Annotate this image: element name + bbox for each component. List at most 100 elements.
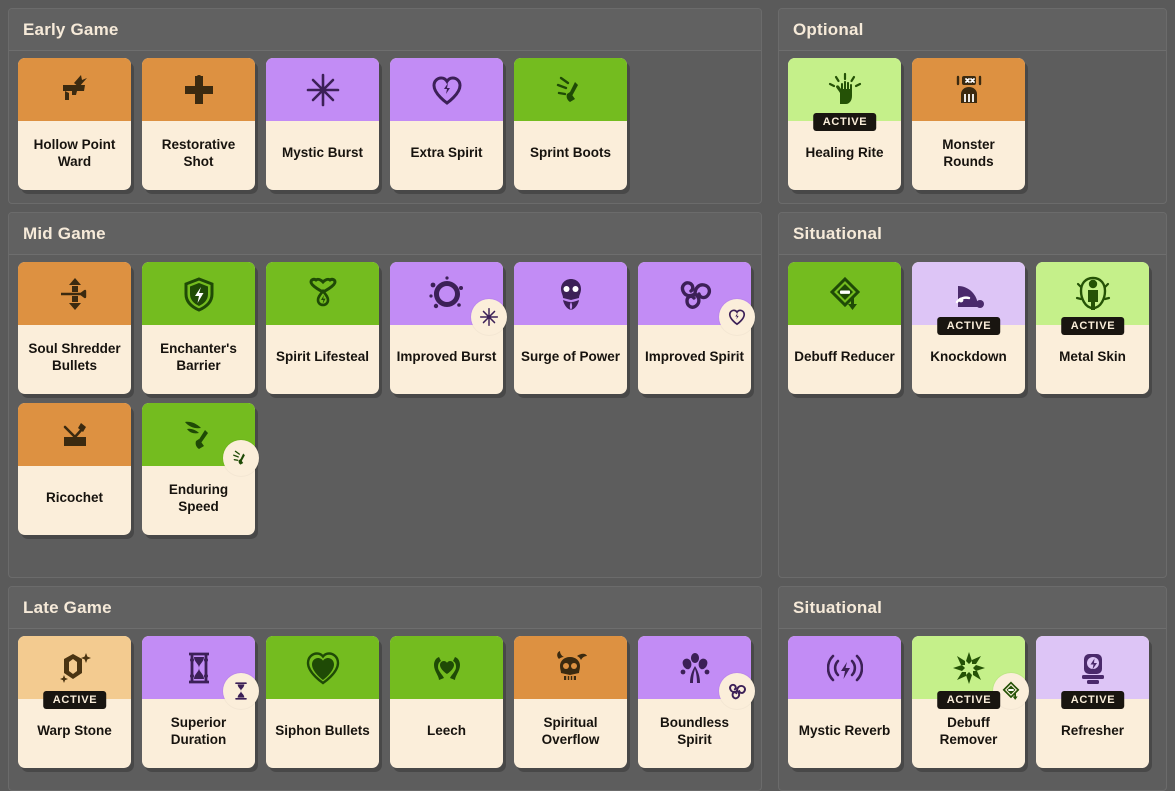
hourglass-ornate-icon: [188, 652, 209, 683]
spirit-skull-icon: [560, 278, 581, 310]
bullet-cross-icon: [184, 74, 213, 104]
category-panel: Situational Debuff Reducer ACTIVE Knockdo…: [778, 212, 1167, 578]
item-card[interactable]: Extra Spirit: [390, 58, 503, 190]
item-name: Monster Rounds: [942, 137, 995, 169]
panel-header: Optional: [779, 9, 1166, 51]
item-name: Enduring Speed: [168, 482, 229, 514]
item-name: Sprint Boots: [530, 145, 611, 161]
category-panel: Early Game Hollow Point Ward Restorative…: [8, 8, 762, 204]
item-name: Spiritual Overflow: [541, 715, 600, 747]
item-art: [266, 58, 379, 121]
item-card[interactable]: ACTIVE Refresher: [1036, 636, 1149, 768]
category-panel: Mid Game Soul Shredder Bullets Enchanter…: [8, 212, 762, 578]
panel-title: Optional: [793, 19, 864, 39]
splash-burst-icon: [428, 275, 463, 308]
pistol-lightning-icon: [62, 74, 87, 100]
item-card[interactable]: Debuff Reducer: [788, 262, 901, 394]
component-badge[interactable]: [223, 673, 259, 709]
panel-title: Late Game: [23, 597, 112, 617]
component-badge[interactable]: [223, 440, 259, 476]
item-grid: Soul Shredder Bullets Enchanter's Barrie…: [9, 255, 761, 535]
item-card[interactable]: Monster Rounds: [912, 58, 1025, 190]
item-card[interactable]: Leech: [390, 636, 503, 768]
component-badge[interactable]: [719, 299, 755, 335]
item-card[interactable]: ACTIVE Metal Skin: [1036, 262, 1149, 394]
item-card[interactable]: Improved Spirit: [638, 262, 755, 394]
starburst-icon: [479, 307, 499, 327]
panel-header: Situational: [779, 587, 1166, 629]
item-grid: Hollow Point Ward Restorative Shot Mysti…: [9, 51, 761, 190]
healing-hand-icon: [828, 72, 861, 104]
item-name: Improved Spirit: [644, 349, 744, 365]
winged-foot-icon: [184, 421, 208, 449]
active-badge: ACTIVE: [42, 691, 107, 709]
item-card[interactable]: Improved Burst: [390, 262, 507, 394]
panel-title: Situational: [793, 223, 883, 243]
running-foot-icon: [233, 450, 245, 465]
component-badge[interactable]: [719, 673, 755, 709]
item-build-board: Early Game Hollow Point Ward Restorative…: [0, 0, 1175, 791]
item-art: [142, 58, 255, 121]
heart-bolt-icon: [431, 75, 462, 105]
hands-heart-icon: [433, 656, 460, 680]
item-name: Warp Stone: [37, 723, 112, 739]
item-card[interactable]: ACTIVE Healing Rite: [788, 58, 901, 190]
item-card[interactable]: Siphon Bullets: [266, 636, 379, 768]
item-card[interactable]: Superior Duration: [142, 636, 259, 768]
item-art: ACTIVE: [1036, 262, 1149, 335]
item-card[interactable]: Enchanter's Barrier: [142, 262, 255, 394]
bullet-arrows-icon: [60, 277, 86, 310]
knockdown-figure-icon: [955, 285, 984, 308]
panel-header: Early Game: [9, 9, 761, 51]
panel-header: Situational: [779, 213, 1166, 255]
component-badge[interactable]: [471, 299, 507, 335]
item-card[interactable]: Spiritual Overflow: [514, 636, 627, 768]
item-card[interactable]: Surge of Power: [514, 262, 627, 394]
shield-bolt-icon: [184, 276, 213, 312]
battery-bolt-icon: [1081, 653, 1104, 684]
active-badge: ACTIVE: [936, 691, 1001, 709]
active-badge: ACTIVE: [936, 317, 1001, 335]
hourglass-icon: [235, 682, 247, 700]
item-card[interactable]: Spirit Lifesteal: [266, 262, 379, 394]
item-name: Mystic Burst: [281, 145, 364, 161]
item-card[interactable]: Enduring Speed: [142, 403, 259, 535]
category-panel: Situational Mystic Reverb ACTIVE Debuff …: [778, 586, 1167, 791]
monster-bot-icon: [956, 75, 981, 103]
starburst-icon: [306, 73, 339, 106]
item-card[interactable]: Ricochet: [18, 403, 131, 535]
item-card[interactable]: Sprint Boots: [514, 58, 627, 190]
item-name: Hollow Point Ward: [33, 137, 116, 169]
item-art: [638, 262, 755, 335]
item-card[interactable]: Mystic Reverb: [788, 636, 901, 768]
item-card[interactable]: ACTIVE Knockdown: [912, 262, 1025, 394]
running-foot-icon: [556, 76, 578, 102]
burst-ring-icon: [952, 651, 985, 684]
item-card[interactable]: Soul Shredder Bullets: [18, 262, 131, 394]
item-name: Refresher: [1060, 723, 1125, 739]
item-art: [514, 636, 627, 699]
item-art: [514, 58, 627, 121]
item-name: Siphon Bullets: [275, 723, 370, 739]
item-name: Debuff Reducer: [794, 349, 895, 365]
category-panel: Late Game ACTIVE Warp Stone Superior Dura…: [8, 586, 762, 791]
item-name: Superior Duration: [170, 715, 227, 747]
item-card[interactable]: Boundless Spirit: [638, 636, 755, 768]
item-card[interactable]: ACTIVE Warp Stone: [18, 636, 131, 768]
item-art: [18, 58, 131, 121]
item-card[interactable]: ACTIVE Debuff Remover: [912, 636, 1029, 768]
item-grid: ACTIVE Healing Rite Monster Rounds: [779, 51, 1166, 190]
item-name: Improved Burst: [396, 349, 497, 365]
item-art: [912, 58, 1025, 121]
item-card[interactable]: Mystic Burst: [266, 58, 379, 190]
category-panel: Optional ACTIVE Healing Rite Monster Roun…: [778, 8, 1167, 204]
heart-bolt-icon: [728, 309, 746, 326]
item-card[interactable]: Hollow Point Ward: [18, 58, 131, 190]
item-art: ACTIVE: [18, 636, 131, 709]
item-name: Boundless Spirit: [659, 715, 729, 747]
item-card[interactable]: Restorative Shot: [142, 58, 255, 190]
item-name: Healing Rite: [805, 145, 884, 161]
panel-title: Situational: [793, 597, 883, 617]
item-name: Surge of Power: [520, 349, 620, 365]
item-grid: Debuff Reducer ACTIVE Knockdown ACTIVE Met…: [779, 255, 1166, 394]
